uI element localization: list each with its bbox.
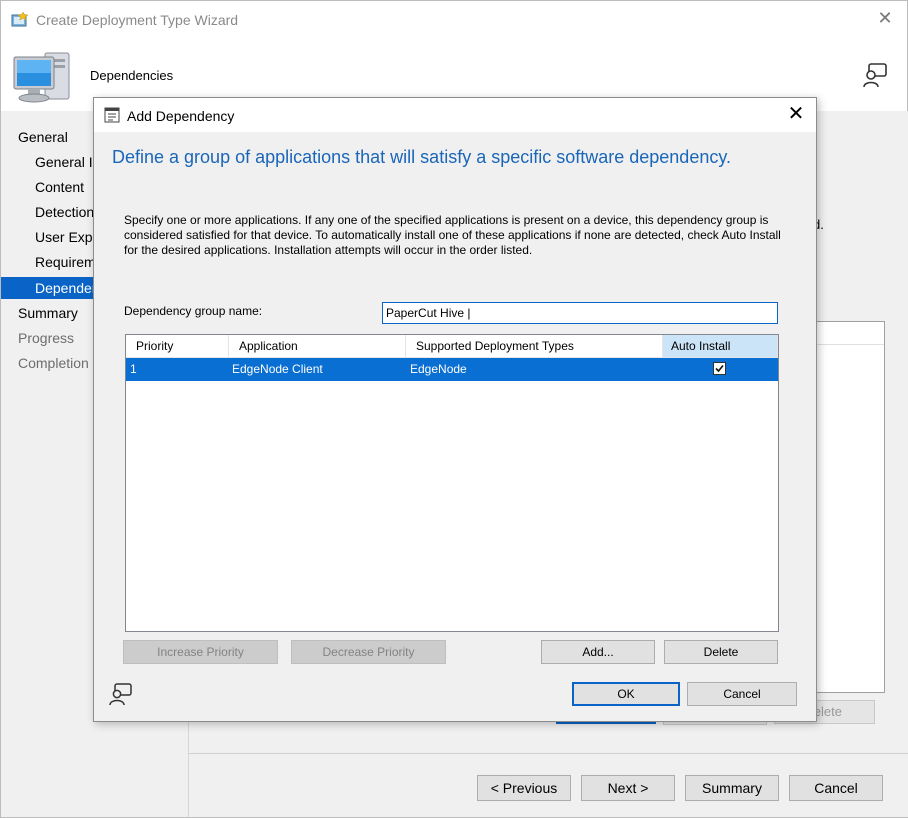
table-row[interactable]: 1 EdgeNode Client EdgeNode [126,358,778,381]
dialog-description: Specify one or more applications. If any… [124,213,781,257]
nav-dependencies: Depender [1,277,101,299]
nav-general: General [18,129,68,145]
wizard-app-icon [11,11,29,27]
cell-priority: 1 [130,362,137,376]
footer-divider [189,753,908,754]
nav-progress: Progress [18,330,75,346]
nav-general-information: General In [35,154,101,170]
nav-user-experience: User Expe [35,229,101,245]
summary-button[interactable]: Summary [685,775,779,801]
dialog-close-icon[interactable]: ✕ [786,104,806,124]
wizard-title-bar: Create Deployment Type Wizard ✕ [1,1,907,39]
grid-header: Priority Application Supported Deploymen… [126,335,778,358]
wizard-title: Create Deployment Type Wizard [36,12,239,28]
nav-summary: Summary [18,305,78,321]
dialog-title: Add Dependency [127,108,235,124]
close-icon[interactable]: ✕ [875,8,895,28]
dependency-group-name-input[interactable]: PaperCut Hive | [382,302,778,324]
dialog-cancel-button[interactable]: Cancel [687,682,797,706]
ok-button[interactable]: OK [572,682,680,706]
help-person-icon[interactable] [861,61,889,89]
dependency-group-name-label: Dependency group name: [124,304,263,318]
previous-button[interactable]: < Previous [477,775,571,801]
column-header-application[interactable]: Application [229,335,406,357]
computer-icon [13,52,70,103]
add-dependency-dialog: Add Dependency ✕ Define a group of appli… [93,97,817,722]
increase-priority-button[interactable]: Increase Priority [123,640,278,664]
dialog-heading: Define a group of applications that will… [112,147,732,167]
auto-install-checkbox[interactable] [713,362,726,375]
dialog-window-icon [104,107,120,123]
nav-content: Content [35,179,85,195]
checkmark-icon [715,364,724,373]
nav-detection-method: Detection [35,204,95,220]
cell-deployment-types: EdgeNode [410,362,467,376]
nav-completion: Completion [18,355,89,371]
applications-grid[interactable]: Priority Application Supported Deploymen… [125,334,779,632]
nav-requirements: Requirem [35,254,96,270]
next-button[interactable]: Next > [581,775,675,801]
delete-button[interactable]: Delete [664,640,778,664]
dialog-title-bar: Add Dependency ✕ [94,98,816,132]
column-header-deployment-types[interactable]: Supported Deployment Types [406,335,663,357]
decrease-priority-button[interactable]: Decrease Priority [291,640,446,664]
help-person-icon[interactable] [108,682,134,706]
cancel-button[interactable]: Cancel [789,775,883,801]
add-button[interactable]: Add... [541,640,655,664]
step-title: Dependencies [90,68,174,83]
cell-application: EdgeNode Client [232,362,323,376]
column-header-priority[interactable]: Priority [126,335,229,357]
column-header-auto-install[interactable]: Auto Install [663,335,778,357]
